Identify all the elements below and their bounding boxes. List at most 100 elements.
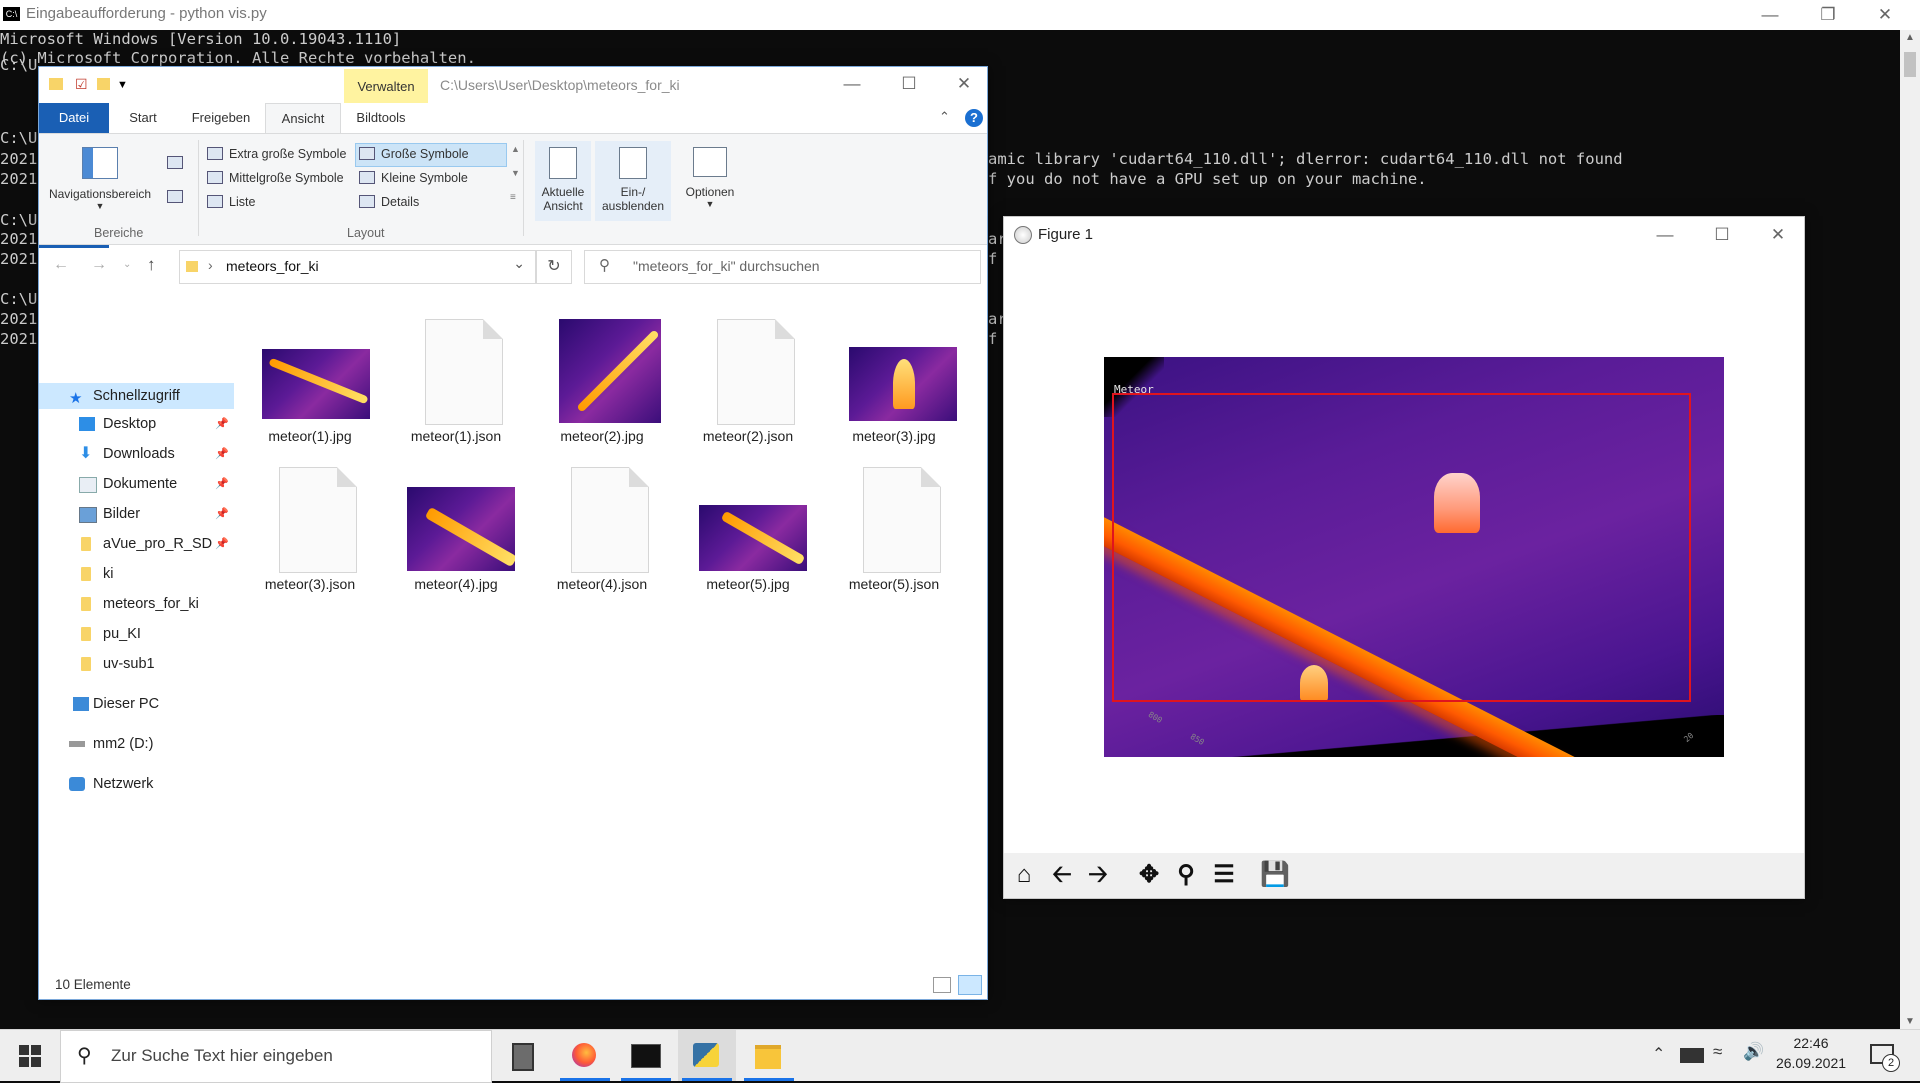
wifi-icon[interactable]: ≈ [1713,1042,1722,1062]
tree-item-dieser-pc[interactable]: Dieser PC [39,691,234,717]
firefox-app[interactable] [556,1030,614,1081]
cmd-right-line-1: amic library 'cudart64_110.dll'; dlerror… [988,150,1623,168]
address-dropdown-icon[interactable]: ⌄ [513,255,525,272]
file-item[interactable]: meteor(5).json [821,455,961,600]
address-bar[interactable]: › meteors_for_ki ⌄ [179,250,536,284]
file-item[interactable]: meteor(4).jpg [383,455,523,600]
recent-locations-icon[interactable]: ⌄ [123,259,131,270]
save-icon[interactable]: 💾 [1259,859,1291,891]
navigation-pane-button[interactable]: Navigationsbereich ▼ [45,141,155,221]
show-hide-button[interactable]: Ein-/ ausblenden [595,141,671,221]
windows-start-icon[interactable] [19,1045,41,1067]
chevron-up-icon[interactable]: ⌃ [1652,1044,1665,1064]
collapse-ribbon-icon[interactable]: ⌃ [939,109,950,125]
back-icon[interactable]: 🡠 [1046,859,1078,891]
minimize-icon[interactable]: — [1742,0,1798,30]
options-button[interactable]: Optionen ▼ [677,141,743,221]
scroll-down-icon[interactable]: ▼ [1900,1016,1920,1027]
matplotlib-figure-window[interactable]: Figure 1 — ☐ ✕ Meteor 800 850 20 ⌂ 🡠 🡢 ✥… [1003,216,1805,899]
close-icon[interactable]: ✕ [1750,220,1806,250]
battery-icon[interactable] [1680,1048,1704,1063]
search-placeholder[interactable]: "meteors_for_ki" durchsuchen [633,258,820,274]
image-thumbnail [407,487,515,571]
forward-icon[interactable]: 🡢 [1082,859,1114,891]
python-app[interactable] [678,1030,736,1081]
file-item[interactable]: meteor(5).jpg [675,455,815,600]
cmd-scrollbar[interactable]: ▲ ▼ [1900,30,1920,1029]
layout-extra-large[interactable]: Extra große Symbole [229,147,346,161]
preview-pane-icon[interactable] [167,156,183,169]
taskbar-search[interactable]: ⚲ Zur Suche Text hier eingeben [60,1030,492,1083]
zoom-icon[interactable]: ⚲ [1170,859,1202,891]
file-item[interactable]: meteor(4).json [529,455,669,600]
file-item[interactable]: meteor(1).jpg [237,307,377,452]
help-icon[interactable]: ? [965,109,983,127]
calculator-app[interactable] [494,1030,552,1081]
quick-access-dropdown-icon[interactable]: ▼ [117,79,128,91]
layout-more-icon[interactable]: ≡ [510,192,516,203]
file-item[interactable]: meteor(2).jpg [529,307,669,452]
up-icon[interactable]: ↑ [147,255,156,275]
details-view-icon[interactable] [933,977,951,993]
figure-toolbar: ⌂ 🡠 🡢 ✥ ⚲ ☰ 💾 [1004,853,1804,898]
tree-item-schnellzugriff[interactable]: ★ Schnellzugriff [39,383,234,409]
minimize-icon[interactable]: — [824,69,880,99]
tree-item-mm2[interactable]: mm2 (D:) [39,731,234,757]
forward-icon[interactable]: → [91,256,107,274]
close-icon[interactable]: ✕ [936,69,992,99]
configure-subplots-icon[interactable]: ☰ [1208,859,1240,891]
layout-details[interactable]: Details [381,195,419,209]
tree-item-netzwerk[interactable]: Netzwerk [39,771,234,797]
maximize-icon[interactable]: ☐ [1694,220,1750,250]
search-box[interactable]: ⚲ "meteors_for_ki" durchsuchen [584,250,981,284]
taskbar-search-placeholder[interactable]: Zur Suche Text hier eingeben [111,1046,333,1066]
pan-icon[interactable]: ✥ [1133,859,1165,891]
tab-freigeben[interactable]: Freigeben [179,103,263,133]
layout-large[interactable]: Große Symbole [381,147,469,161]
file-item[interactable]: meteor(3).jpg [821,307,961,452]
tab-bildtools[interactable]: Bildtools [343,103,419,133]
large-icons-view-icon[interactable] [958,975,982,995]
current-view-button[interactable]: Aktuelle Ansicht [535,141,591,221]
minimize-icon[interactable]: — [1637,220,1693,250]
tree-item-uv-sub1[interactable]: uv-sub1 [39,651,234,677]
figure-image: Meteor 800 850 20 [1104,357,1724,757]
checkbox-icon[interactable]: ☑ [75,76,88,93]
tree-item-downloads[interactable]: ⬇ Downloads 📌 [39,441,234,467]
file-item[interactable]: meteor(1).json [383,307,523,452]
layout-small[interactable]: Kleine Symbole [381,171,468,185]
verwalten-tab[interactable]: Verwalten [344,69,428,103]
tab-start[interactable]: Start [115,103,171,133]
close-icon[interactable]: ✕ [1857,0,1913,30]
refresh-icon[interactable]: ↻ [536,250,572,284]
volume-icon[interactable]: 🔊 [1743,1042,1764,1062]
tree-item-dokumente[interactable]: Dokumente 📌 [39,471,234,497]
scroll-up-icon[interactable]: ▲ [511,144,520,154]
file-explorer-window[interactable]: ☑ ▼ Verwalten C:\Users\User\Desktop\mete… [38,66,988,1000]
tree-item-meteors-for-ki[interactable]: meteors_for_ki [39,591,234,617]
tree-item-avue[interactable]: aVue_pro_R_SD 📌 [39,531,234,557]
file-item[interactable]: meteor(2).json [675,307,815,452]
tree-item-ki[interactable]: ki [39,561,234,587]
layout-list[interactable]: Liste [229,195,255,209]
tab-ansicht[interactable]: Ansicht [265,103,341,134]
details-pane-icon[interactable] [167,190,183,203]
tree-item-bilder[interactable]: Bilder 📌 [39,501,234,527]
maximize-icon[interactable]: ☐ [881,69,937,99]
restore-icon[interactable]: ❐ [1800,0,1856,30]
clock[interactable]: 22:46 26.09.2021 [1774,1035,1848,1071]
file-explorer-app[interactable] [740,1030,798,1081]
back-icon[interactable]: ← [53,256,69,274]
scroll-up-icon[interactable]: ▲ [1900,32,1920,43]
tree-item-pu-ki[interactable]: pu_KI [39,621,234,647]
new-folder-icon[interactable] [97,78,110,90]
cmd-app[interactable] [617,1030,675,1081]
home-icon[interactable]: ⌂ [1008,859,1040,891]
breadcrumb-current[interactable]: meteors_for_ki [226,258,319,274]
scroll-thumb[interactable] [1904,52,1916,77]
file-item[interactable]: meteor(3).json [237,455,377,600]
layout-medium[interactable]: Mittelgroße Symbole [229,171,344,185]
tree-item-desktop[interactable]: Desktop 📌 [39,411,234,437]
scroll-down-icon[interactable]: ▼ [511,168,520,178]
file-list: meteor(1).jpg meteor(1).json meteor(2).j… [237,307,977,907]
